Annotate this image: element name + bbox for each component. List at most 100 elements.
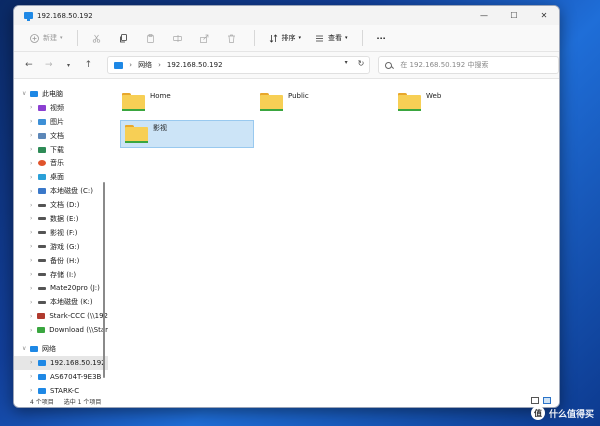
sidebar-item-videos[interactable]: › 视频: [14, 101, 108, 115]
close-button[interactable]: ✕: [529, 6, 559, 25]
sidebar-item-as6704t[interactable]: › AS6704T-9E3B: [14, 370, 108, 384]
chevron-right-icon[interactable]: ›: [30, 229, 38, 236]
sidebar-item-this-pc[interactable]: ∨ 此电脑: [14, 87, 108, 101]
content-area: ∨ 此电脑 › 视频 › 图片 › 文档 › 下载 › 音乐 › 桌面 › 本地…: [14, 80, 559, 396]
sidebar-item-drive-f[interactable]: › 影视 (F:): [14, 226, 108, 240]
chevron-right-icon[interactable]: ›: [30, 271, 38, 278]
chevron-right-icon[interactable]: ›: [30, 313, 37, 320]
sidebar-item-download-share[interactable]: › Download (\\Star: [14, 323, 108, 337]
folder-item[interactable]: Public: [256, 88, 390, 116]
window-title: 192.168.50.192: [37, 11, 93, 20]
sidebar-item-label: 本地磁盘 (C:): [50, 187, 93, 196]
sidebar-item-label: 备份 (H:): [50, 256, 80, 265]
window-controls: — ☐ ✕: [469, 6, 559, 25]
tiles-view-icon[interactable]: [543, 397, 551, 404]
sidebar-item-label: 文档: [50, 131, 64, 140]
music-icon: [38, 160, 46, 167]
view-button-label: 查看: [328, 34, 343, 42]
chevron-right-icon[interactable]: ›: [30, 132, 38, 139]
sidebar-item-music[interactable]: › 音乐: [14, 156, 108, 170]
sidebar-item-label: 192.168.50.192: [50, 358, 106, 367]
chevron-right-icon[interactable]: ›: [30, 118, 38, 125]
sidebar-item-drive-i[interactable]: › 存储 (I:): [14, 268, 108, 282]
chevron-right-icon[interactable]: ›: [30, 299, 38, 306]
sidebar-item-label: 网络: [42, 344, 56, 353]
chevron-right-icon[interactable]: ›: [30, 160, 38, 167]
delete-button[interactable]: [227, 34, 240, 43]
chevron-right-icon[interactable]: ›: [30, 174, 38, 181]
folder-item[interactable]: Home: [118, 88, 252, 116]
search-input[interactable]: 在 192.168.50.192 中搜索: [378, 56, 559, 74]
breadcrumb-host[interactable]: 192.168.50.192: [167, 61, 223, 69]
new-button[interactable]: 新建 ▾: [30, 33, 63, 43]
address-bar[interactable]: › 网络 › 192.168.50.192 ▾ ↻: [107, 56, 371, 74]
chevron-right-icon[interactable]: ›: [30, 104, 38, 111]
minimize-button[interactable]: —: [469, 6, 499, 25]
share-button[interactable]: [199, 34, 213, 43]
chevron-down-icon[interactable]: ∨: [22, 345, 30, 352]
details-view-icon[interactable]: [531, 397, 539, 404]
sort-button[interactable]: 排序 ▾: [269, 33, 302, 43]
sidebar-item-label: 图片: [50, 117, 64, 126]
drive-icon: [38, 300, 46, 304]
cut-button[interactable]: [92, 34, 105, 43]
scissors-icon: [92, 34, 101, 43]
chevron-down-icon[interactable]: ▾: [345, 59, 348, 68]
paste-button[interactable]: [146, 33, 159, 43]
chevron-right-icon[interactable]: ›: [30, 202, 38, 209]
sidebar-item-label: STARK-C: [50, 386, 80, 395]
chevron-right-icon[interactable]: ›: [30, 373, 38, 380]
refresh-icon[interactable]: ↻: [358, 59, 365, 68]
chevron-right-icon[interactable]: ›: [30, 243, 38, 250]
chevron-right-icon[interactable]: ›: [30, 146, 38, 153]
folder-item-selected[interactable]: 影视: [120, 120, 254, 148]
chevron-right-icon[interactable]: ›: [30, 285, 38, 292]
copy-button[interactable]: [119, 33, 132, 43]
sidebar-item-desktop[interactable]: › 桌面: [14, 170, 108, 184]
chevron-right-icon[interactable]: ›: [30, 327, 37, 334]
recent-locations-button[interactable]: ▾: [64, 62, 74, 69]
server-icon: [38, 359, 46, 366]
breadcrumb-separator-icon: ›: [129, 61, 133, 69]
sidebar-item-drive-e[interactable]: › 数据 (E:): [14, 212, 108, 226]
rename-button[interactable]: [172, 34, 186, 43]
sidebar-item-downloads[interactable]: › 下载: [14, 143, 108, 157]
sidebar-item-disk-k[interactable]: › 本地磁盘 (K:): [14, 295, 108, 309]
navigation-bar: ← → ▾ ↑ › 网络 › 192.168.50.192 ▾ ↻ 在 192.…: [14, 52, 559, 79]
back-button[interactable]: ←: [24, 60, 34, 70]
status-bar: 4 个项目 选中 1 个项目: [14, 396, 559, 407]
chevron-right-icon[interactable]: ›: [30, 188, 38, 195]
sidebar-item-host-192[interactable]: › 192.168.50.192: [14, 355, 108, 370]
folder-item[interactable]: Web: [394, 88, 528, 116]
breadcrumb-separator-icon: ›: [158, 61, 161, 69]
sidebar-scrollbar[interactable]: [103, 182, 105, 378]
sidebar-item-stark-ccc[interactable]: › Stark-CCC (\\192: [14, 309, 108, 323]
rename-icon: [172, 34, 182, 43]
chevron-right-icon[interactable]: ›: [30, 215, 38, 222]
sidebar-item-drive-j[interactable]: › Mate20pro (J:): [14, 281, 108, 295]
more-button[interactable]: ···: [377, 34, 386, 43]
sidebar-item-disk-c[interactable]: › 本地磁盘 (C:): [14, 184, 108, 198]
folder-name: Web: [426, 92, 442, 100]
navigation-pane: ∨ 此电脑 › 视频 › 图片 › 文档 › 下载 › 音乐 › 桌面 › 本地…: [14, 80, 108, 396]
toolbar-divider: [76, 30, 78, 46]
sidebar-item-pictures[interactable]: › 图片: [14, 115, 108, 129]
sidebar-item-drive-d[interactable]: › 文档 (D:): [14, 198, 108, 212]
computer-icon: [30, 90, 38, 97]
maximize-button[interactable]: ☐: [499, 6, 529, 25]
chevron-down-icon[interactable]: ∨: [22, 90, 30, 97]
sidebar-item-documents[interactable]: › 文档: [14, 129, 108, 143]
chevron-right-icon[interactable]: ›: [30, 387, 38, 394]
breadcrumb-network[interactable]: 网络: [138, 60, 152, 70]
chevron-down-icon: ▾: [298, 35, 302, 41]
chevron-right-icon[interactable]: ›: [30, 359, 38, 366]
view-button[interactable]: 查看 ▾: [315, 33, 348, 43]
forward-button[interactable]: →: [44, 60, 54, 70]
up-button[interactable]: ↑: [83, 60, 93, 70]
sidebar-item-network[interactable]: ∨ 网络: [14, 342, 108, 356]
file-view: Home Public Web 影视: [108, 80, 559, 396]
sidebar-item-drive-g[interactable]: › 游戏 (G:): [14, 240, 108, 254]
drive-icon: [38, 259, 46, 263]
chevron-right-icon[interactable]: ›: [30, 257, 38, 264]
sidebar-item-drive-h[interactable]: › 备份 (H:): [14, 254, 108, 268]
